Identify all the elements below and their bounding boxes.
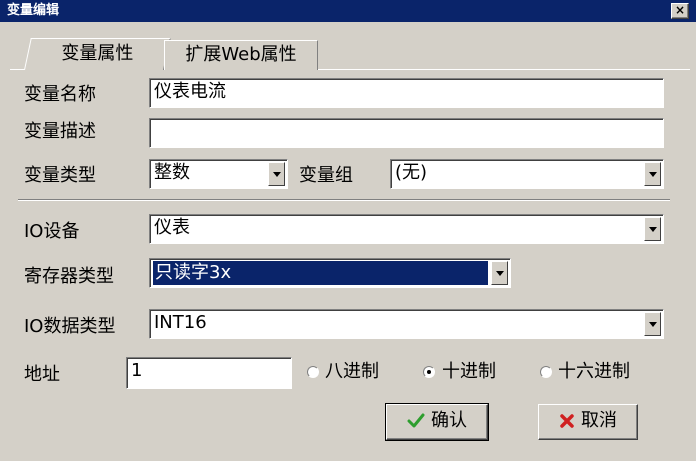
confirm-button[interactable]: 确认 bbox=[385, 403, 489, 441]
var-desc-input[interactable] bbox=[149, 118, 664, 148]
tab-border-right bbox=[318, 69, 690, 70]
var-name-label: 变量名称 bbox=[24, 84, 96, 105]
var-type-label: 变量类型 bbox=[24, 165, 96, 186]
x-icon bbox=[560, 414, 574, 428]
radio-hex-label[interactable]: 十六进制 bbox=[558, 361, 630, 383]
var-name-input[interactable]: 仪表电流 bbox=[149, 78, 664, 108]
register-type-dropdown-arrow[interactable] bbox=[491, 261, 508, 285]
register-type-select[interactable]: 只读字3x bbox=[149, 258, 511, 288]
register-type-value: 只读字3x bbox=[153, 261, 488, 285]
separator-highlight bbox=[18, 200, 670, 201]
cancel-label: 取消 bbox=[581, 410, 617, 431]
radio-decimal[interactable] bbox=[423, 366, 435, 378]
io-data-type-dropdown-arrow[interactable] bbox=[644, 312, 661, 336]
window-title: 变量编辑 bbox=[7, 3, 60, 18]
io-device-select[interactable]: 仪表 bbox=[149, 214, 664, 244]
var-group-select[interactable]: (无) bbox=[390, 159, 664, 189]
confirm-label: 确认 bbox=[431, 410, 467, 431]
radio-decimal-label[interactable]: 十进制 bbox=[442, 361, 496, 383]
cancel-button[interactable]: 取消 bbox=[538, 404, 638, 440]
radio-octal-label[interactable]: 八进制 bbox=[325, 361, 379, 383]
var-type-select[interactable]: 整数 bbox=[149, 159, 288, 189]
check-icon bbox=[407, 413, 425, 428]
var-group-label: 变量组 bbox=[299, 165, 353, 186]
radio-octal[interactable] bbox=[307, 366, 319, 378]
close-button[interactable]: × bbox=[671, 3, 689, 19]
radio-hex[interactable] bbox=[540, 366, 552, 378]
io-device-dropdown-arrow[interactable] bbox=[644, 217, 661, 241]
tab-extended-web-properties[interactable]: 扩展Web属性 bbox=[164, 40, 318, 70]
tab-variable-properties[interactable]: 变量属性 bbox=[24, 38, 171, 70]
io-device-label: IO设备 bbox=[24, 221, 80, 242]
var-group-dropdown-arrow[interactable] bbox=[644, 162, 661, 186]
close-icon: × bbox=[674, 3, 686, 17]
title-bar[interactable] bbox=[0, 0, 696, 22]
var-type-dropdown-arrow[interactable] bbox=[268, 162, 285, 186]
var-desc-label: 变量描述 bbox=[24, 121, 96, 142]
tab-border-left bbox=[10, 69, 24, 70]
register-type-label: 寄存器类型 bbox=[24, 266, 114, 287]
io-data-type-label: IO数据类型 bbox=[24, 316, 116, 337]
address-input[interactable]: 1 bbox=[126, 357, 292, 389]
address-label: 地址 bbox=[24, 364, 60, 385]
io-data-type-select[interactable]: INT16 bbox=[149, 309, 664, 339]
